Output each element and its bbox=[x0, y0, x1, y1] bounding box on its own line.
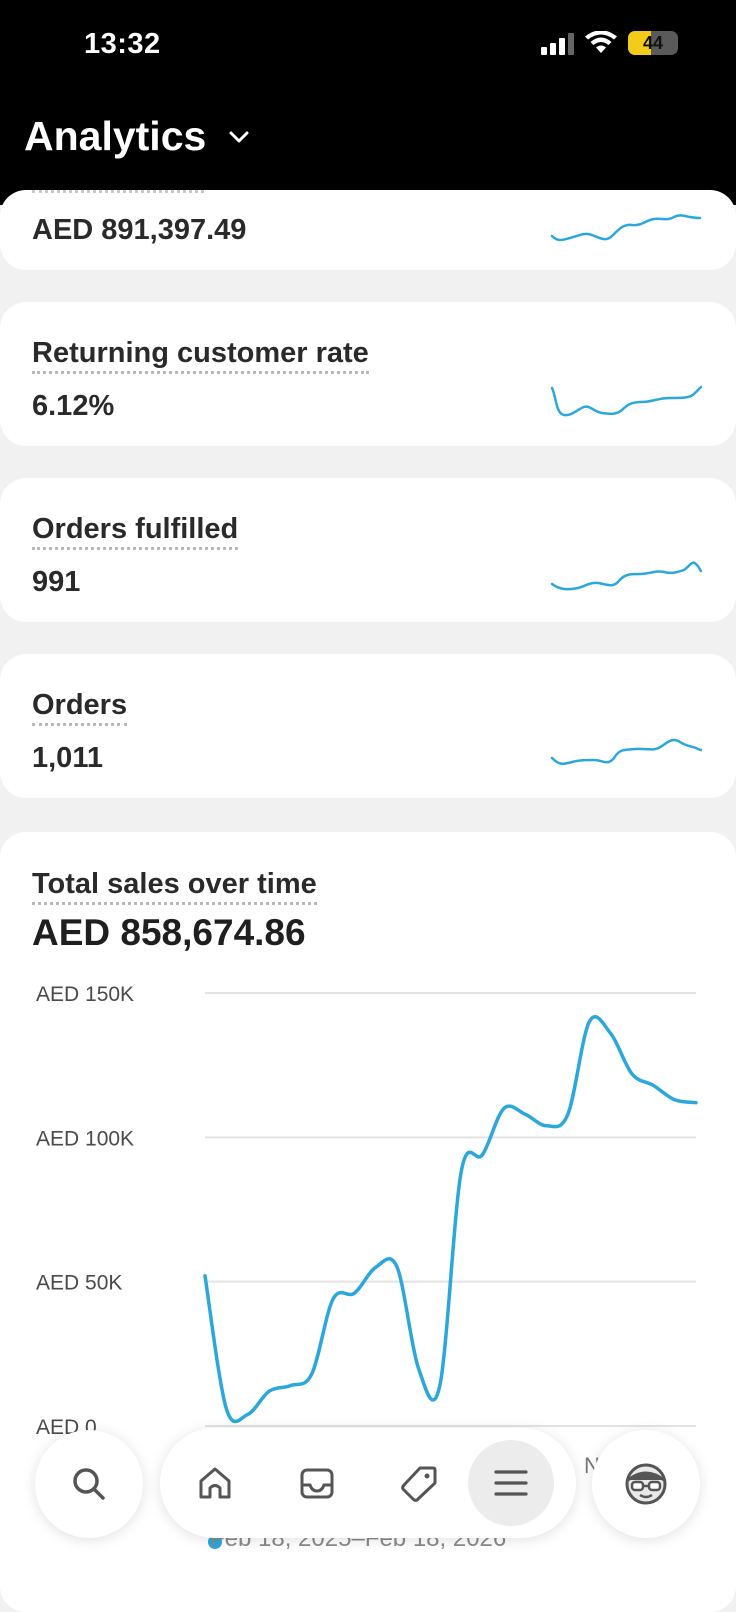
search-button[interactable] bbox=[35, 1430, 143, 1538]
tag-icon bbox=[401, 1466, 437, 1502]
search-icon bbox=[73, 1468, 105, 1500]
y-tick-label: AED 150K bbox=[36, 983, 134, 1006]
nav-products[interactable] bbox=[376, 1440, 462, 1526]
sales-series-line bbox=[203, 1015, 698, 1424]
y-tick-label: AED 100K bbox=[36, 1127, 134, 1150]
sales-line-chart: AED 150KAED 100KAED 50KAED 0 bbox=[36, 983, 698, 1439]
nav-home[interactable] bbox=[172, 1440, 258, 1526]
y-tick-label: AED 50K bbox=[36, 1272, 122, 1295]
bottom-nav-bar bbox=[160, 1428, 576, 1538]
inbox-icon bbox=[300, 1468, 334, 1499]
home-icon bbox=[199, 1467, 231, 1499]
nav-menu[interactable] bbox=[468, 1440, 554, 1526]
account-button[interactable] bbox=[592, 1430, 700, 1538]
menu-icon bbox=[494, 1470, 528, 1496]
avatar-icon bbox=[625, 1463, 667, 1505]
nav-inbox[interactable] bbox=[274, 1440, 360, 1526]
